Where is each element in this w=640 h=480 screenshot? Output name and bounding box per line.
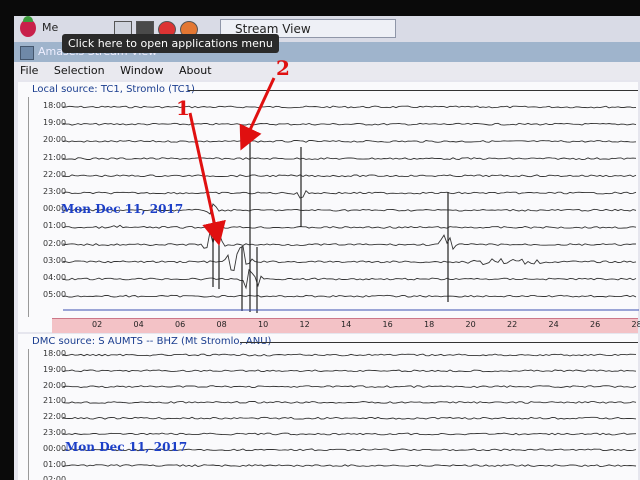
- axis-tick-label: 18: [424, 320, 435, 329]
- axis-tick-label: 22: [507, 320, 518, 329]
- seismogram-trace: [62, 464, 637, 467]
- dmc-source-label: DMC source: S AUMTS -- BHZ (Mt Stromlo, …: [32, 336, 272, 347]
- local-source-panel: Local source: TC1, Stromlo (TC1) 18:00 19…: [18, 82, 640, 333]
- seismogram-trace: [62, 432, 637, 436]
- axis-tick-label: 16: [382, 320, 393, 329]
- axis-tick-label: 02: [92, 320, 103, 329]
- axis-tick-label: 10: [258, 320, 269, 329]
- axis-tick-label: 04: [133, 320, 144, 329]
- local-seismogram-plot[interactable]: 18:00 19:00 20:00 21:00 22:00 23:00 00:00 01:00…: [28, 97, 639, 317]
- seismogram-trace: [62, 369, 637, 373]
- axis-tick-label: 06: [175, 320, 186, 329]
- dmc-seismogram-plot[interactable]: 18:00 19:00 20:00 21:00 22:00 23:00 00:00 01:00…: [28, 349, 639, 480]
- menu-file[interactable]: File: [14, 62, 44, 80]
- dmc-source-header: DMC source: S AUMTS -- BHZ (Mt Stromlo, …: [18, 334, 638, 349]
- axis-tick-label: 28: [631, 320, 640, 329]
- dmc-traces: [62, 353, 637, 467]
- seismogram-trace: [62, 189, 637, 199]
- menu-window[interactable]: Window: [114, 62, 169, 80]
- local-date-label: Mon Dec 11, 2017: [61, 202, 184, 216]
- local-source-header: Local source: TC1, Stromlo (TC1): [18, 82, 638, 97]
- seismogram-trace: [62, 401, 637, 404]
- applications-menu-tooltip: Click here to open applications menu: [62, 34, 279, 53]
- seismogram-trace: [62, 140, 637, 143]
- axis-tick-label: 12: [299, 320, 310, 329]
- annotation-label-2: 2: [276, 56, 290, 80]
- window-icon: [20, 46, 34, 60]
- seismogram-trace: [62, 245, 637, 272]
- time-axis: 02 04 06 08 10 12 14 16 18 20 22 24 26 28: [52, 318, 640, 333]
- seismogram-trace: [62, 174, 637, 178]
- seismogram-trace: [62, 353, 637, 357]
- seismogram-trace: [62, 416, 637, 420]
- menu-selection[interactable]: Selection: [48, 62, 111, 80]
- header-rule: [188, 90, 638, 91]
- dmc-source-panel: DMC source: S AUMTS -- BHZ (Mt Stromlo, …: [18, 334, 638, 480]
- seismogram-trace: [62, 122, 637, 126]
- axis-tick-label: 14: [341, 320, 352, 329]
- seismogram-trace: [62, 231, 637, 251]
- applications-menu-label[interactable]: Me: [42, 21, 58, 34]
- seismogram-trace: [62, 157, 637, 161]
- axis-tick-label: 24: [548, 320, 559, 329]
- seismogram-trace: [62, 105, 637, 109]
- seismogram-trace: [62, 385, 637, 389]
- seismogram-trace: [63, 294, 637, 298]
- screen: Me Stream View Click here to open applic…: [14, 16, 640, 480]
- local-source-label: Local source: TC1, Stromlo (TC1): [32, 84, 195, 95]
- menu-about[interactable]: About: [173, 62, 218, 80]
- axis-tick-label: 26: [590, 320, 601, 329]
- dmc-date-label: Mon Dec 11, 2017: [65, 440, 188, 454]
- seismogram-trace: [62, 268, 637, 290]
- seismogram-trace: [62, 224, 637, 229]
- raspberry-pi-menu-icon[interactable]: [20, 16, 36, 37]
- annotation-label-1: 1: [176, 96, 190, 120]
- menu-bar: File Selection Window About: [14, 62, 640, 80]
- header-rule: [240, 342, 638, 343]
- axis-tick-label: 20: [465, 320, 476, 329]
- axis-tick-label: 08: [216, 320, 227, 329]
